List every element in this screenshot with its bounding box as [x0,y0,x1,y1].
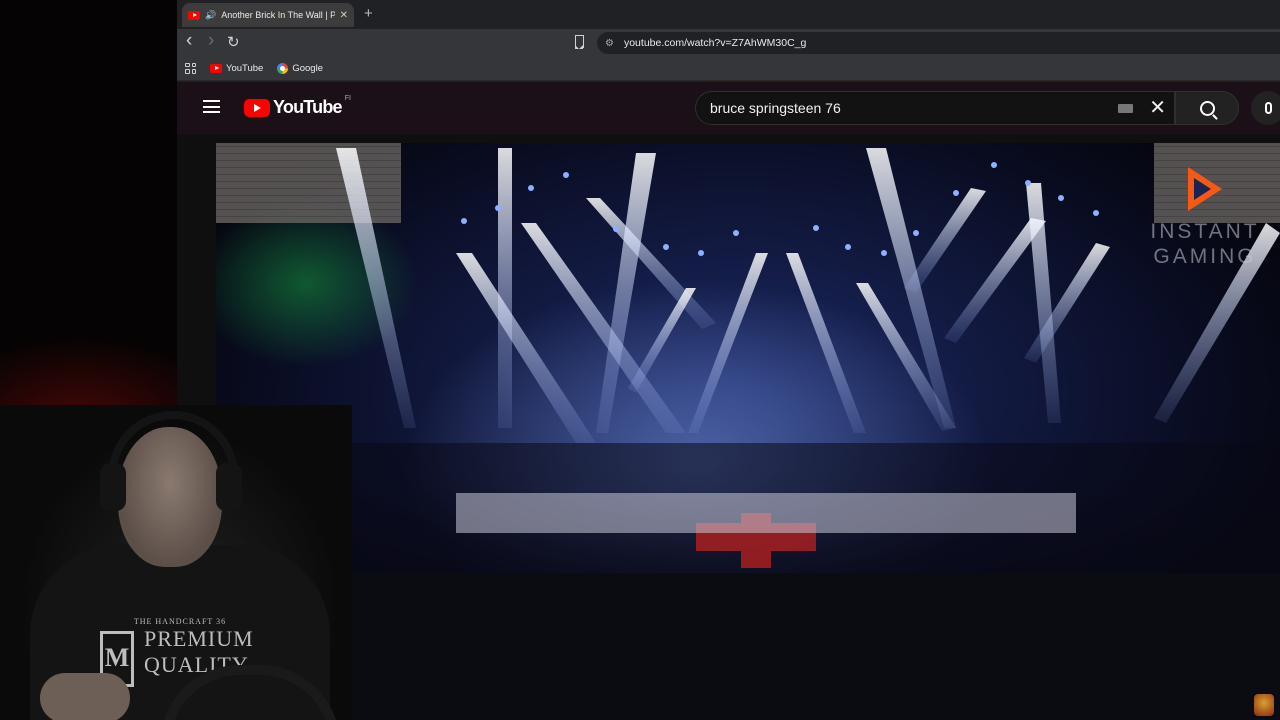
brand-line-2: GAMING [1153,245,1257,268]
search-button[interactable] [1175,91,1239,125]
bookmark-google[interactable]: Google [277,62,323,74]
hamburger-menu-icon[interactable] [203,100,220,113]
browser-toolbar: ‹ › ↻ ⚙ youtube.com/watch?v=Z7AhWM30C_g [177,29,1280,56]
search-icon [1199,100,1215,116]
youtube-favicon-icon [210,63,222,73]
browser-tab[interactable]: 🔊 Another Brick In The Wall | P ✕ [182,3,354,27]
country-code: FI [344,95,351,102]
tab-strip: 🔊 Another Brick In The Wall | P ✕ + [177,0,1280,29]
tab-close-icon[interactable]: ✕ [340,10,348,21]
corner-badge-icon [1254,694,1274,716]
forward-button[interactable]: › [208,30,214,52]
brand-line-1: INSTANT [1150,220,1260,243]
apps-grid-icon[interactable] [185,62,196,74]
reload-button[interactable]: ↻ [227,33,240,51]
keyboard-icon[interactable] [1118,103,1134,113]
search-query: bruce springsteen 76 [710,100,841,116]
bookmark-label: Google [292,62,323,74]
clear-search-icon[interactable]: ✕ [1149,98,1166,118]
back-button[interactable]: ‹ [186,30,192,52]
voice-search-button[interactable] [1251,91,1280,125]
site-info-icon[interactable]: ⚙ [605,38,614,49]
headset-earcup-left [100,463,126,511]
bookmark-label: YouTube [226,62,264,74]
address-url: youtube.com/watch?v=Z7AhWM30C_g [623,37,807,49]
stage-light-beams [216,148,1280,720]
youtube-wordmark: YouTube [273,97,343,117]
webcam-overlay: THE HANDCRAFT 36 M PREMIUM QUALITY [0,405,352,720]
headset-earcup-right [216,463,242,511]
streamer-hand [40,673,130,720]
microphone-icon [1264,102,1272,114]
new-tab-button[interactable]: + [364,5,373,22]
shirt-small-text: THE HANDCRAFT 36 [133,617,227,626]
bookmark-icon[interactable] [575,35,584,49]
instant-gaming-mark-icon [1182,163,1228,215]
youtube-favicon-icon [188,10,200,20]
search-input[interactable]: bruce springsteen 76 ✕ [695,91,1175,125]
youtube-logo[interactable]: YouTube FI [244,95,351,118]
bookmark-youtube[interactable]: YouTube [210,63,263,74]
video-player[interactable]: INSTANT GAMING [216,143,1280,720]
tab-title: Another Brick In The Wall | P [221,10,335,20]
address-bar[interactable]: ⚙ youtube.com/watch?v=Z7AhWM30C_g [597,32,1280,54]
youtube-play-icon [244,98,270,117]
bookmarks-bar: YouTube Google [177,56,1280,81]
google-favicon-icon [277,62,289,74]
speaker-icon[interactable]: 🔊 [205,10,216,21]
instant-gaming-logo: INSTANT GAMING [1130,163,1280,269]
youtube-header: YouTube FI bruce springsteen 76 ✕ [177,82,1280,134]
